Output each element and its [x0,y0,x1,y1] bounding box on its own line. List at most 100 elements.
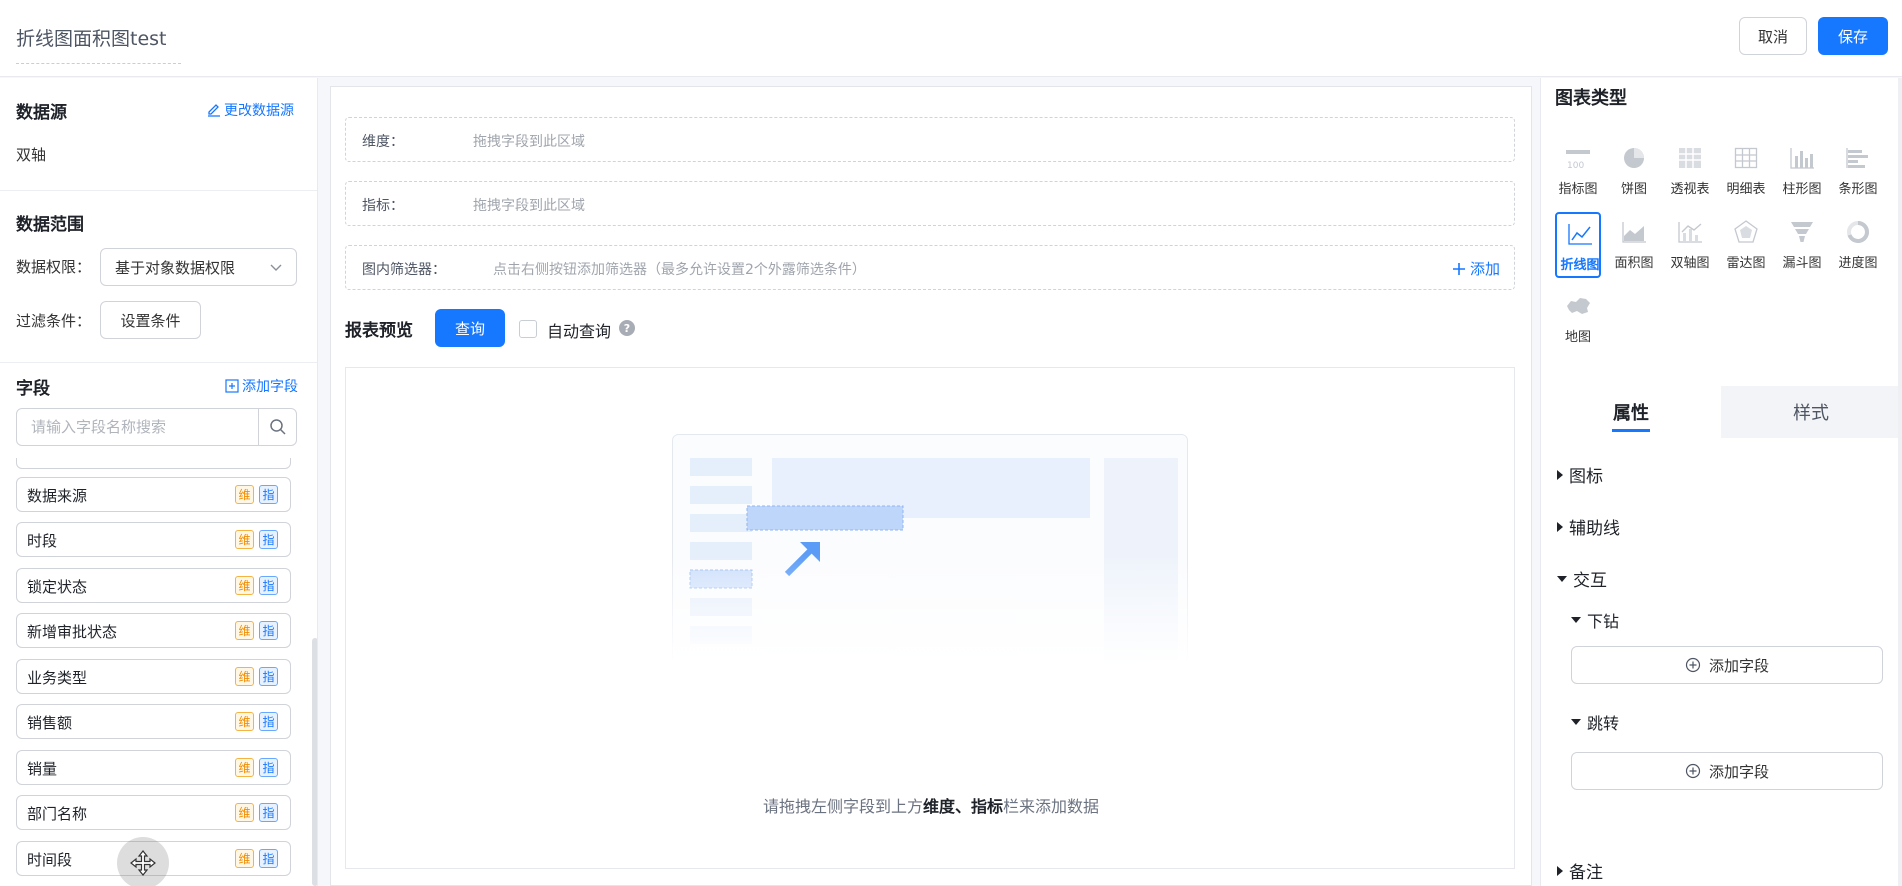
section-note[interactable]: 备注 [1557,858,1603,883]
field-item[interactable]: 销售额 维 指 [16,704,291,739]
measure-tag[interactable]: 指 [259,803,278,822]
save-button[interactable]: 保存 [1818,17,1888,55]
chart-type-label: 进度图 [1838,256,1878,271]
field-item[interactable]: 数据来源 维 指 [16,477,291,512]
field-item[interactable] [16,458,291,469]
chart-type-map[interactable]: 地图 [1555,286,1601,352]
drag-cursor [117,837,169,886]
caret-down-icon [1571,617,1581,623]
line-chart-icon [1568,224,1592,245]
inner-filter-label: 图内筛选器： [362,262,446,278]
drilldown-add-field-label: 添加字段 [1708,656,1769,675]
field-search [16,408,297,446]
measure-tag[interactable]: 指 [259,576,278,595]
dimension-tag[interactable]: 维 [235,758,254,777]
dimension-tag[interactable]: 维 [235,530,254,549]
chart-type-progress[interactable]: 进度图 [1835,212,1881,278]
add-filter-button[interactable]: 添加 [1452,258,1500,279]
auto-query-checkbox[interactable] [519,320,537,338]
dimension-tag[interactable]: 维 [235,849,254,868]
set-filter-button[interactable]: 设置条件 [100,301,201,339]
add-field-link[interactable]: 添加字段 [225,376,298,396]
chart-type-label: 条形图 [1838,182,1878,197]
dimension-tag[interactable]: 维 [235,712,254,731]
auto-query-label[interactable]: 自动查询 [547,318,611,342]
field-search-input[interactable] [17,409,259,445]
measure-tag[interactable]: 指 [259,621,278,640]
report-title[interactable]: 折线图面积图test [16,24,181,64]
search-button[interactable] [258,409,296,445]
help-icon[interactable]: ? [619,320,635,336]
chart-type-detail[interactable]: 明细表 [1723,138,1769,204]
chart-type-label: 柱形图 [1782,182,1822,197]
measure-tag[interactable]: 指 [259,712,278,731]
edit-icon [208,104,220,117]
permission-select[interactable]: 基于对象数据权限 [100,248,297,286]
fields-title: 字段 [16,379,50,399]
field-list: 数据来源 维 指 时段 维 指 锁定状态 维 指 新增审批状态 维 指 业务类型… [16,458,291,886]
chart-type-label: 漏斗图 [1782,256,1822,271]
chart-type-area[interactable]: 面积图 [1611,212,1657,278]
section-icon[interactable]: 图标 [1557,462,1603,487]
dimension-tag[interactable]: 维 [235,667,254,686]
empty-hint-suffix: 栏来添加数据 [1003,797,1100,816]
section-interaction[interactable]: 交互 [1557,566,1607,591]
chart-type-indicator[interactable]: 100 指标图 [1555,138,1601,204]
field-item[interactable]: 锁定状态 维 指 [16,568,291,603]
tab-properties[interactable]: 属性 [1541,386,1721,438]
chart-type-column[interactable]: 柱形图 [1779,138,1825,204]
drilldown-add-field-button[interactable]: 添加字段 [1571,646,1883,684]
chart-type-pivot[interactable]: 透视表 [1667,138,1713,204]
area-chart-icon [1622,222,1646,243]
query-button[interactable]: 查询 [435,309,505,347]
dimension-dropzone[interactable]: 维度： 拖拽字段到此区域 [345,117,1515,162]
tab-style[interactable]: 样式 [1721,386,1901,438]
field-list-scrollbar[interactable] [312,638,317,886]
cancel-button[interactable]: 取消 [1739,17,1807,55]
field-item[interactable]: 销量 维 指 [16,750,291,785]
detail-table-icon [1734,147,1758,169]
measure-tag[interactable]: 指 [259,758,278,777]
jump-add-field-button[interactable]: 添加字段 [1571,752,1883,790]
top-bar: 折线图面积图test 取消 保存 [0,0,1902,77]
change-datasource-label: 更改数据源 [224,103,294,119]
filter-label: 过滤条件： [16,312,92,330]
svg-text:100: 100 [1567,161,1584,171]
right-panel-scrollbar[interactable] [1898,78,1902,886]
field-item[interactable]: 部门名称 维 指 [16,795,291,830]
move-cursor-icon [130,850,156,876]
field-item[interactable]: 新增审批状态 维 指 [16,613,291,648]
caret-down-icon [1557,575,1567,582]
filter-dropzone[interactable]: 图内筛选器： 点击右侧按钮添加筛选器（最多允许设置2个外露筛选条件） 添加 [345,245,1515,290]
field-item[interactable]: 业务类型 维 指 [16,659,291,694]
section-note-label: 备注 [1569,863,1603,883]
add-filter-label: 添加 [1469,260,1500,278]
chart-type-line[interactable]: 折线图 [1555,212,1601,278]
measure-tag[interactable]: 指 [259,667,278,686]
section-guide-line[interactable]: 辅助线 [1557,514,1620,539]
chart-type-funnel[interactable]: 漏斗图 [1779,212,1825,278]
chart-type-pie[interactable]: 饼图 [1611,138,1657,204]
divider [0,362,317,363]
subsection-jump[interactable]: 跳转 [1571,710,1619,734]
permission-label: 数据权限： [16,258,92,276]
dimension-tag[interactable]: 维 [235,576,254,595]
change-datasource-link[interactable]: 更改数据源 [207,100,294,120]
divider [0,190,317,191]
field-item[interactable]: 时段 维 指 [16,522,291,557]
chart-type-bar[interactable]: 条形图 [1835,138,1881,204]
dimension-tag[interactable]: 维 [235,803,254,822]
chart-type-radar[interactable]: 雷达图 [1723,212,1769,278]
subsection-drilldown[interactable]: 下钻 [1571,608,1619,632]
measure-tag[interactable]: 指 [259,849,278,868]
measure-tag[interactable]: 指 [259,530,278,549]
search-icon [269,419,286,435]
chart-type-dual-axis[interactable]: 双轴图 [1667,212,1713,278]
section-interaction-label: 交互 [1573,571,1607,591]
measure-dropzone[interactable]: 指标： 拖拽字段到此区域 [345,181,1515,226]
progress-chart-icon [1847,221,1869,243]
dimension-tag[interactable]: 维 [235,621,254,640]
section-guide-label: 辅助线 [1569,519,1620,539]
measure-tag[interactable]: 指 [259,485,278,504]
dimension-tag[interactable]: 维 [235,485,254,504]
